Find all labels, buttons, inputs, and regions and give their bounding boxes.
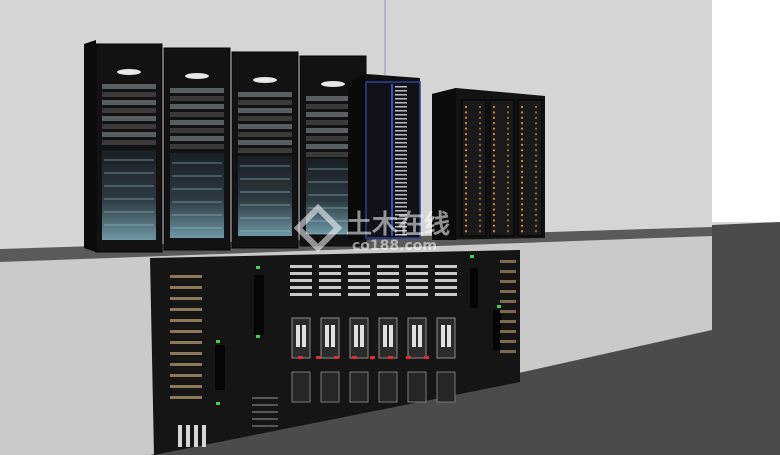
watermark-cn: 土木在线 <box>346 210 450 240</box>
server-rack <box>163 47 231 251</box>
right-plane <box>712 0 780 222</box>
server-rack <box>95 43 163 253</box>
server-rack <box>231 51 299 249</box>
cad-scene: 土木在线 co188.com <box>0 0 780 455</box>
watermark-url: co188.com <box>352 238 437 254</box>
server-rack-group <box>84 40 367 253</box>
